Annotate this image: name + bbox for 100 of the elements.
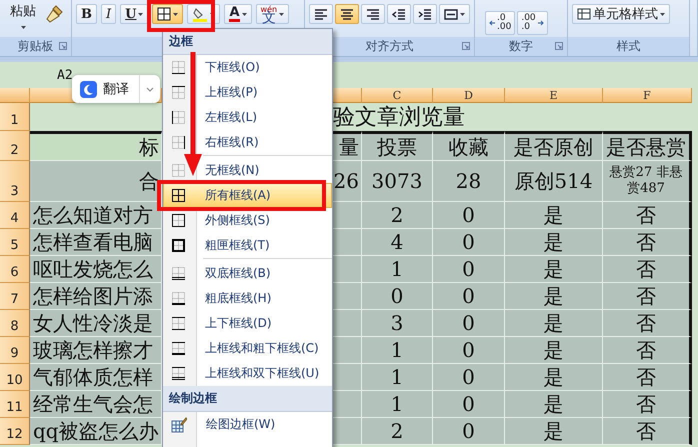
- border-style-icon: [171, 238, 186, 253]
- row-header[interactable]: 11: [0, 391, 30, 418]
- table-cell: 3073: [362, 161, 433, 202]
- align-right-button[interactable]: [361, 4, 385, 24]
- table-cell: 否: [603, 364, 692, 391]
- menu-item[interactable]: 绘图边框(W): [163, 412, 332, 437]
- menu-item[interactable]: 所有框线(A): [163, 183, 332, 208]
- row-header[interactable]: 7: [0, 283, 30, 310]
- row-header[interactable]: 4: [0, 202, 30, 229]
- row-header[interactable]: 6: [0, 256, 30, 283]
- border-style-icon: [171, 316, 186, 331]
- indent-decrease-button[interactable]: [387, 4, 411, 24]
- dialog-launcher-icon[interactable]: [59, 42, 67, 50]
- table-cell: 女人性冷淡是: [30, 310, 162, 337]
- table-cell: 是: [505, 310, 603, 337]
- caret-icon[interactable]: [460, 12, 465, 16]
- menu-item[interactable]: 无框线(N): [163, 158, 332, 183]
- caret-icon[interactable]: [279, 12, 284, 16]
- caret-icon[interactable]: [173, 12, 178, 16]
- paint-bucket-icon[interactable]: [192, 6, 208, 22]
- table-cell: 否: [603, 283, 692, 310]
- row-header[interactable]: 9: [0, 337, 30, 364]
- menu-item[interactable]: 上框线和粗下框线(C): [163, 336, 332, 361]
- table-cell: 0: [362, 283, 433, 310]
- menu-item[interactable]: 右框线(R): [163, 130, 332, 155]
- borders-icon[interactable]: [157, 7, 172, 21]
- row-header[interactable]: 12: [0, 418, 30, 445]
- border-style-icon: [171, 163, 186, 178]
- menu-item[interactable]: 下框线(O): [163, 55, 332, 80]
- table-cell: 否: [603, 229, 692, 256]
- table-cell: 怎么知道对方: [30, 202, 162, 229]
- table-cell: 0: [433, 391, 505, 418]
- table-cell: 0: [433, 364, 505, 391]
- row-header[interactable]: 3: [0, 161, 30, 202]
- table-cell: 1: [362, 256, 433, 283]
- column-header[interactable]: F: [603, 88, 692, 103]
- paste-label[interactable]: 粘贴: [10, 2, 36, 20]
- table-cell: 1: [362, 364, 433, 391]
- dialog-launcher-icon[interactable]: [462, 42, 470, 50]
- indent-increase-icon[interactable]: [418, 8, 432, 20]
- row-header[interactable]: 8: [0, 310, 30, 337]
- table-icon[interactable]: [577, 7, 591, 21]
- decrease-decimal-button[interactable]: .00 .0: [517, 11, 548, 35]
- menu-item[interactable]: 上框线(P): [163, 80, 332, 105]
- table-cell: 0: [433, 229, 505, 256]
- border-style-icon: [171, 110, 186, 125]
- table-cell: 1: [362, 391, 433, 418]
- column-header[interactable]: D: [433, 88, 505, 103]
- caret-icon[interactable]: [20, 26, 26, 29]
- menu-item[interactable]: 外侧框线(S): [163, 208, 332, 233]
- align-center-button[interactable]: [335, 4, 359, 24]
- phonetic-button[interactable]: wén 文: [256, 4, 290, 24]
- font-color-button[interactable]: A: [224, 4, 252, 24]
- row-header[interactable]: 2: [0, 131, 30, 161]
- increase-decimal-button[interactable]: .0 .00: [485, 11, 516, 35]
- merge-button[interactable]: [439, 4, 470, 24]
- align-right-icon[interactable]: [366, 8, 380, 20]
- row-header[interactable]: 5: [0, 229, 30, 256]
- menu-section-title: 边框: [163, 29, 332, 55]
- table-cell: 0: [433, 283, 505, 310]
- translate-label[interactable]: 翻译: [103, 80, 129, 98]
- chevron-down-icon[interactable]: [146, 86, 154, 92]
- bold-button[interactable]: B: [76, 4, 97, 24]
- name-box[interactable]: A2: [57, 68, 73, 82]
- table-cell: 气郁体质怎样: [30, 364, 162, 391]
- italic-button[interactable]: I: [101, 4, 116, 24]
- table-cell: 是否悬赏: [603, 131, 692, 161]
- menu-item[interactable]: 上框线和双下框线(U): [163, 361, 332, 386]
- table-cell: 0: [433, 202, 505, 229]
- align-left-button[interactable]: [309, 4, 333, 24]
- menu-item[interactable]: 粗匣框线(T): [163, 233, 332, 258]
- column-header[interactable]: C: [362, 88, 433, 103]
- menu-item[interactable]: 粗底框线(H): [163, 286, 332, 311]
- border-style-icon: [171, 366, 186, 381]
- indent-increase-button[interactable]: [413, 4, 437, 24]
- row-header[interactable]: 10: [0, 364, 30, 391]
- column-header[interactable]: E: [505, 88, 603, 103]
- moon-icon[interactable]: [80, 80, 97, 98]
- group-label: 样式: [616, 38, 640, 56]
- borders-button[interactable]: [152, 4, 184, 24]
- dialog-launcher-icon[interactable]: [555, 42, 563, 50]
- group-label: 数字: [509, 38, 533, 56]
- align-left-icon[interactable]: [314, 8, 328, 20]
- caret-icon[interactable]: [660, 12, 665, 16]
- menu-item[interactable]: 左框线(L): [163, 105, 332, 130]
- group-label: 剪贴板: [18, 38, 54, 56]
- caret-icon[interactable]: [138, 12, 144, 16]
- underline-button[interactable]: U: [120, 4, 148, 24]
- menu-item[interactable]: 上下框线(D): [163, 311, 332, 336]
- menu-item[interactable]: 双底框线(B): [163, 261, 332, 286]
- table-cell: 是: [505, 418, 603, 445]
- caret-icon[interactable]: [242, 12, 247, 16]
- merge-icon[interactable]: [444, 8, 458, 20]
- align-center-icon[interactable]: [340, 8, 354, 20]
- table-cell: 玻璃怎样擦才: [30, 337, 162, 364]
- brush-icon[interactable]: [44, 4, 64, 24]
- row-header[interactable]: 1: [0, 103, 30, 131]
- indent-decrease-icon[interactable]: [392, 8, 406, 20]
- cell-styles-button[interactable]: 单元格样式: [572, 4, 670, 24]
- table-cell: 原创514: [505, 161, 603, 202]
